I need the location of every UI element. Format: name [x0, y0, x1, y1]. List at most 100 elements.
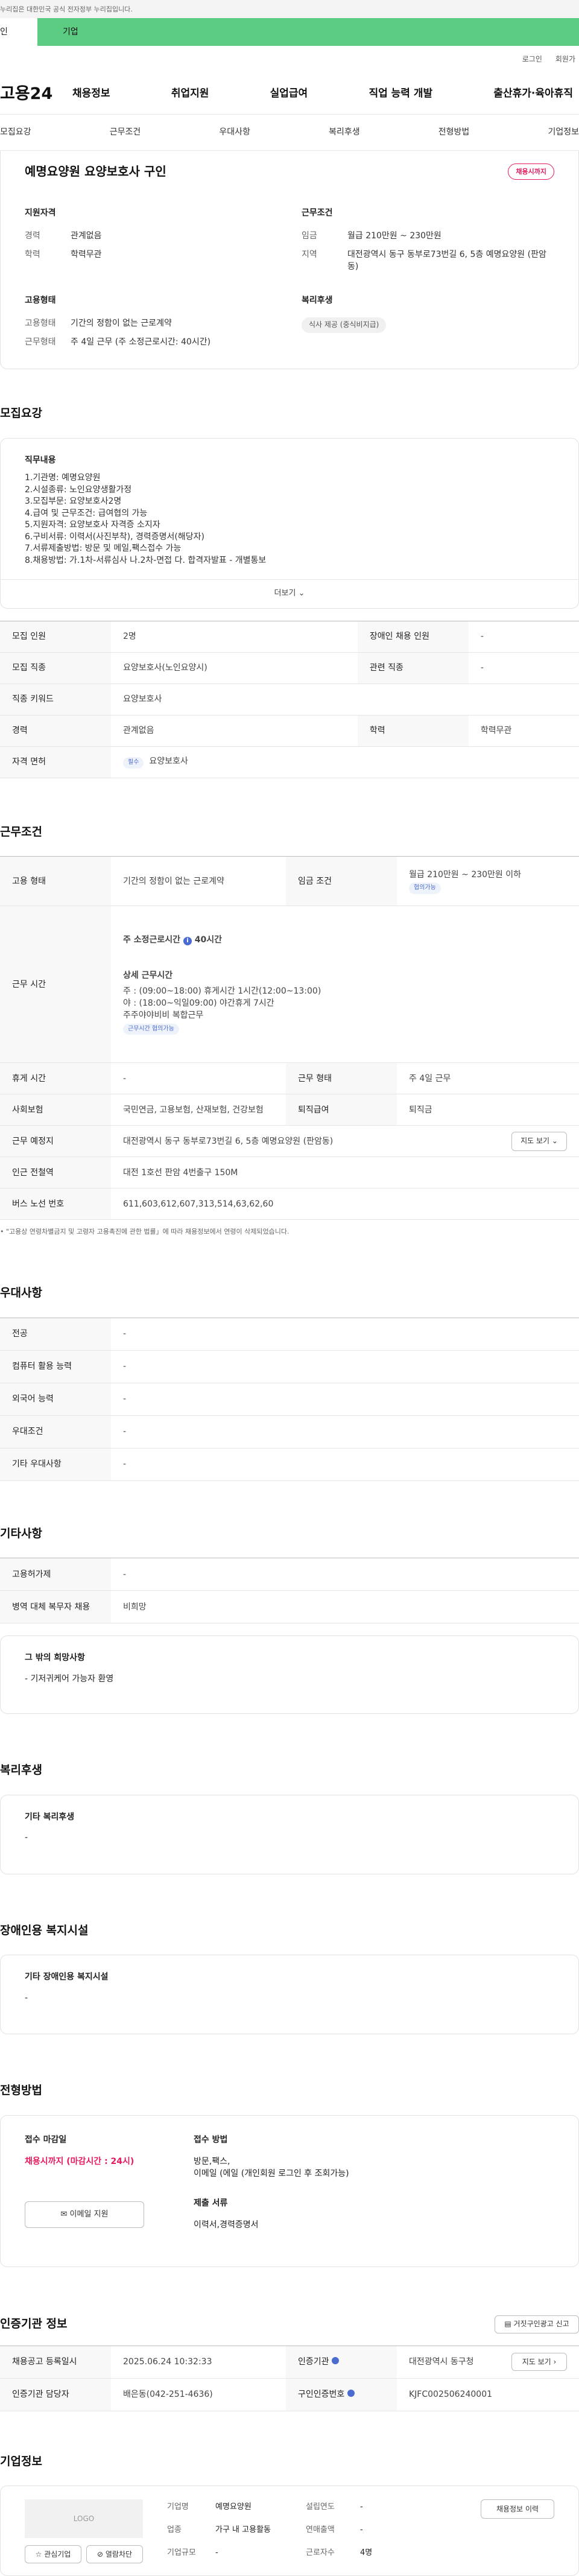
req-section-title: 모집요강: [0, 407, 42, 420]
gov-banner: 누리집은 대한민국 공식 전자정부 누리집입니다.: [0, 0, 579, 18]
industry-value: 가구 내 고용활동: [215, 2525, 271, 2535]
row-value: 학력무관: [468, 715, 579, 747]
star-icon: ☆: [35, 2549, 42, 2559]
email-apply-button[interactable]: ✉ 이메일 지원: [25, 2201, 144, 2229]
wage-value: 월급 210만원 ~ 230만원 이하: [409, 869, 522, 880]
row-label: 전공: [0, 1318, 111, 1351]
table-row: 인증기관 담당자 배은동(042-251-4636) 구인인증번호 KJFC0025…: [0, 2378, 579, 2411]
table-row: 채용공고 등록일시 2025.06.24 10:32:33 인증기관 대전광역시 동…: [0, 2346, 579, 2379]
site-tab-company[interactable]: 기업: [37, 18, 579, 46]
hours-line: 주 : (09:00~18:00) 휴게시간 1시간(12:00~13:00): [123, 986, 321, 996]
row-value: -: [111, 1415, 579, 1448]
table-row: 기타 우대사항 -: [0, 1448, 579, 1481]
duty-line: 1.기관명: 예명요양원: [25, 472, 101, 483]
cond-section-title: 근무조건: [0, 825, 42, 839]
qual-title: 지원자격: [25, 208, 56, 218]
row-value: KJFC002506240001: [397, 2378, 579, 2411]
hours-main-label: 주 소정근로시간: [123, 935, 181, 945]
row-label: 장애인 채용 인원: [357, 621, 469, 653]
qual-edu-label: 학력: [25, 249, 40, 259]
block-icon: ⊘: [96, 2549, 104, 2559]
wish-value: - 기저귀케어 가능자 환영: [25, 1673, 114, 1684]
favorite-company-button[interactable]: ☆ 관심기업: [25, 2545, 81, 2564]
deadline-value: 채용시까지 (마감시간 : 24시): [25, 2157, 134, 2167]
docs-title: 제출 서류: [194, 2198, 228, 2208]
duty-line: 8.채용방법: 가.1차-서류심사 나.2차-면접 다. 합격자발표 - 개별통…: [25, 556, 267, 566]
wish-title: 그 밖의 희망사항: [25, 1653, 85, 1663]
work-type-value: 주 4일 근무 (주 소정근로시간: 40시간): [71, 337, 211, 347]
site-tab-person[interactable]: 인: [0, 18, 37, 46]
method-value: 이메일 (에일 (개인회원 로그인 후 조회가능): [194, 2169, 349, 2179]
row-label: 버스 노선 번호: [0, 1188, 111, 1220]
company-name-label: 기업명: [167, 2502, 189, 2512]
row-value: 요양보호사(노인요양시): [111, 652, 358, 684]
row-label: 채용공고 등록일시: [0, 2346, 111, 2379]
info-icon[interactable]: i: [183, 937, 192, 946]
age-note: • "고용상 연령차별금지 및 고령자 고용촉진에 관한 법률」에 따라 채용정…: [0, 1228, 290, 1236]
req-table: 모집 인원 2명 장애인 채용 인원 - 모집 직종 요양보호사(노인요양시) 관련 직종…: [0, 620, 579, 778]
duty-line: 3.모집부문: 요양보호사2명: [25, 496, 122, 507]
hours-line: 야 : (18:00~익일09:00) 야간휴게 7시간: [123, 998, 274, 1009]
row-value: 611,603,612,607,313,514,63,62,60: [111, 1188, 579, 1220]
size-value: -: [215, 2548, 218, 2558]
company-logo: LOGO: [25, 2499, 143, 2539]
info-icon[interactable]: [347, 2390, 355, 2397]
login-link[interactable]: 로그인: [522, 54, 542, 65]
disab-card: 기타 장애인용 복지시설 -: [0, 1955, 579, 2035]
gnb-employment-support[interactable]: 취업지원: [171, 86, 209, 101]
cond-region-label: 지역: [302, 249, 317, 259]
proc-section-title: 전형방법: [0, 2084, 42, 2098]
duty-card: 직무내용 1.기관명: 예명요양원 2.시설종류: 노인요양생활가정 3.모집부…: [0, 437, 579, 609]
row-label: 구인인증번호: [286, 2378, 397, 2411]
table-row: 모집 직종 요양보호사(노인요양시) 관련 직종 -: [0, 652, 579, 684]
anchor-proc[interactable]: 전형방법: [438, 126, 470, 138]
row-value: 대전 1호선 판암 4번출구 150M: [111, 1156, 579, 1189]
hours-detail-title: 상세 근무시간: [123, 970, 173, 980]
info-icon[interactable]: [331, 2357, 339, 2365]
welfare-summary-title: 복리후생: [302, 296, 333, 306]
row-label: 근무 예정지: [0, 1125, 111, 1158]
row-label: 외국어 능력: [0, 1383, 111, 1416]
table-row: 컴퓨터 활용 능력 -: [0, 1350, 579, 1383]
report-button[interactable]: ▤ 거짓구인광고 신고: [495, 2315, 579, 2333]
hours-main-value: 40시간: [194, 935, 223, 945]
gnb-jobs[interactable]: 채용정보: [72, 86, 110, 101]
revenue-value: -: [360, 2525, 363, 2535]
employees-label: 근로자수: [306, 2548, 335, 2558]
row-value: 배은동(042-251-4636): [111, 2378, 286, 2411]
anchor-company[interactable]: 기업정보: [548, 126, 579, 138]
table-row: 외국어 능력 -: [0, 1383, 579, 1416]
doc-icon: ▤: [504, 2320, 511, 2329]
row-label: 퇴직급여: [286, 1094, 397, 1126]
anchor-cond[interactable]: 근무조건: [110, 126, 141, 138]
cert-map-button[interactable]: 지도 보기 ›: [511, 2353, 567, 2371]
table-row: 모집 인원 2명 장애인 채용 인원 -: [0, 621, 579, 653]
anchor-welfare[interactable]: 복리후생: [329, 126, 360, 138]
row-value: 요양보호사: [111, 684, 579, 715]
gnb-training[interactable]: 직업 능력 개발: [369, 86, 432, 101]
row-label: 모집 직종: [0, 652, 111, 684]
signup-link[interactable]: 회원가: [555, 54, 575, 65]
emp-title: 고용형태: [25, 296, 56, 306]
job-history-button[interactable]: 채용정보 이력: [481, 2499, 554, 2519]
table-row: 직종 키워드 요양보호사: [0, 684, 579, 715]
cert-table: 채용공고 등록일시 2025.06.24 10:32:33 인증기관 대전광역시 동…: [0, 2345, 579, 2411]
map-button[interactable]: 지도 보기 ⌄: [511, 1131, 567, 1151]
more-button[interactable]: 더보기 ⌄: [1, 579, 578, 608]
site-logo[interactable]: 고용24: [0, 82, 72, 106]
table-row: 근무 예정지 대전광역시 동구 동부로73번길 6, 5층 예명요양원 (판암동)…: [0, 1125, 579, 1158]
negotiable-chip: 협의가능: [409, 883, 441, 894]
qual-edu-value: 학력무관: [71, 249, 102, 259]
row-label: 근무 형태: [286, 1062, 397, 1095]
gnb-leave[interactable]: 출산휴가·육아휴직: [493, 86, 573, 101]
cond-table: 고용 형태 기간의 정함이 없는 근로계약 임금 조건 월급 210만원 ~ 230만…: [0, 856, 579, 1220]
row-value: 국민연금, 고용보험, 산재보험, 건강보험: [111, 1094, 286, 1126]
gnb-unemployment[interactable]: 실업급여: [270, 86, 308, 101]
table-row: 전공 -: [0, 1318, 579, 1351]
block-company-button[interactable]: ⊘ 열람차단: [86, 2545, 143, 2564]
table-row: 병역 대체 복무자 채용 비희망: [0, 1590, 579, 1624]
etc-table: 고용허가제 - 병역 대체 복무자 채용 비희망: [0, 1558, 579, 1624]
status-badge: 채용시까지: [508, 163, 554, 180]
anchor-pref[interactable]: 우대사항: [219, 126, 250, 138]
anchor-req[interactable]: 모집요강: [0, 126, 31, 138]
